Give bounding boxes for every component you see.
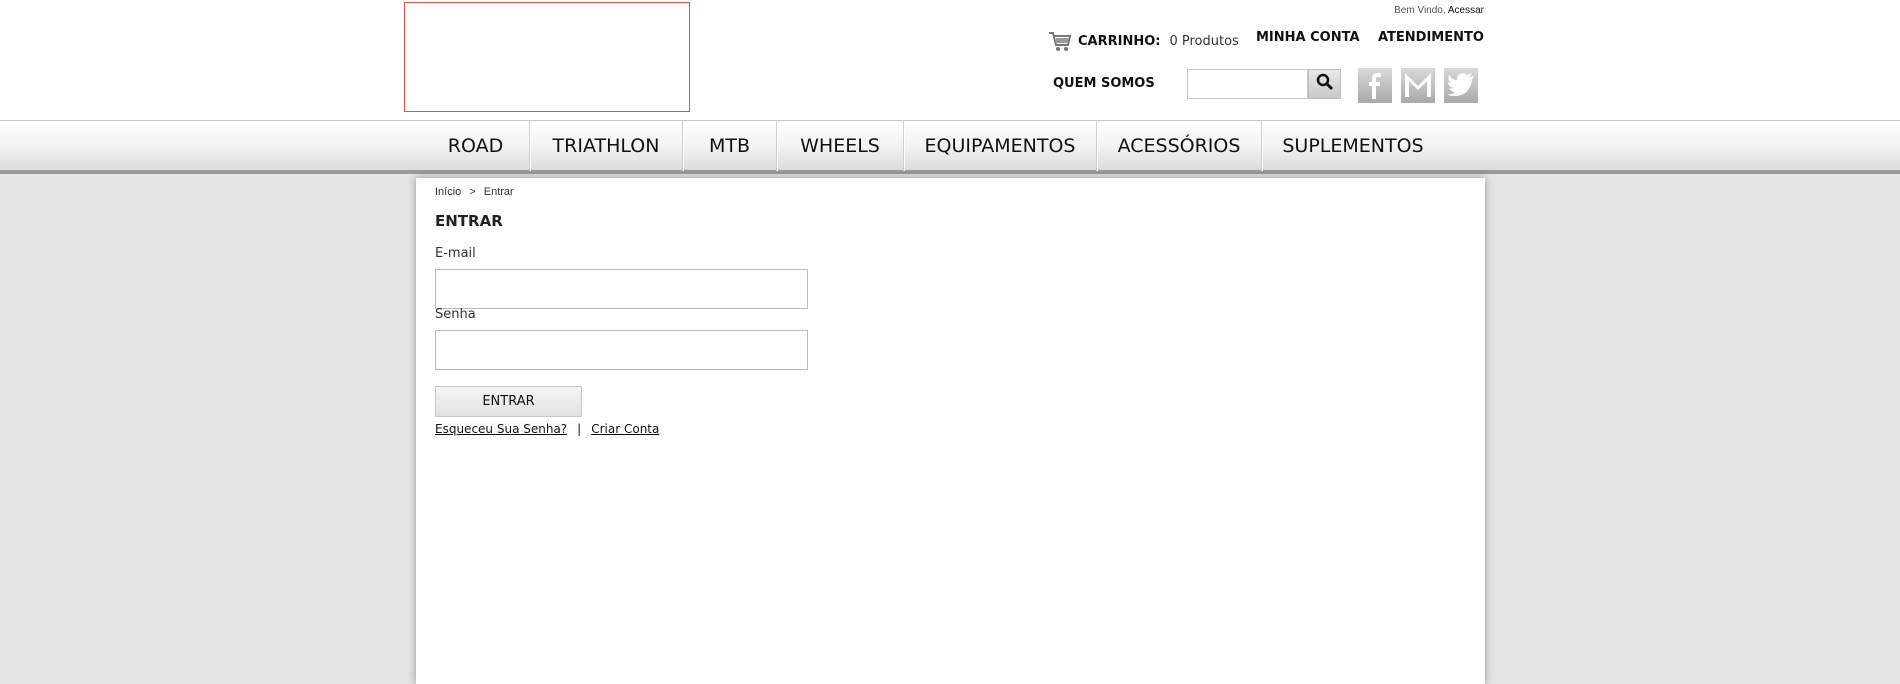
login-link[interactable]: Acessar — [1448, 5, 1484, 16]
about-link[interactable]: QUEM SOMOS — [1053, 76, 1155, 91]
facebook-icon — [1364, 69, 1386, 103]
search-icon — [1316, 73, 1334, 95]
nav-item-suplementos[interactable]: SUPLEMENTOS — [1262, 121, 1444, 171]
password-field[interactable] — [435, 330, 808, 370]
create-account-link[interactable]: Criar Conta — [591, 422, 659, 436]
nav-list: ROAD TRIATHLON MTB WHEELS EQUIPAMENTOS A… — [422, 121, 1444, 171]
support-link[interactable]: ATENDIMENTO — [1378, 30, 1484, 45]
account-links: Esqueceu Sua Senha? | Criar Conta — [435, 422, 659, 436]
cart-count: 0 Produtos — [1169, 33, 1239, 49]
email-label: E-mail — [435, 246, 476, 261]
my-account-link[interactable]: MINHA CONTA — [1256, 30, 1360, 45]
login-button[interactable]: ENTRAR — [435, 386, 582, 417]
gmail-icon — [1403, 69, 1433, 103]
gmail-button[interactable] — [1401, 68, 1435, 103]
search-button[interactable] — [1308, 69, 1341, 99]
forgot-password-link[interactable]: Esqueceu Sua Senha? — [435, 422, 567, 436]
main-nav: ROAD TRIATHLON MTB WHEELS EQUIPAMENTOS A… — [0, 120, 1900, 174]
email-field[interactable] — [435, 269, 808, 309]
cart-icon — [1048, 29, 1072, 53]
cart-label: CARRINHO: — [1078, 33, 1161, 49]
page-title: ENTRAR — [435, 212, 503, 230]
search-input[interactable] — [1187, 69, 1308, 99]
site-logo[interactable] — [404, 2, 690, 112]
twitter-icon — [1447, 72, 1475, 100]
cart-link[interactable]: CARRINHO: 0 Produtos — [1048, 28, 1239, 54]
welcome-message: Bem Vindo, Acessar — [1394, 5, 1484, 16]
breadcrumb-home[interactable]: Início — [435, 186, 461, 198]
breadcrumb-separator: > — [469, 186, 476, 198]
nav-item-acessorios[interactable]: ACESSÓRIOS — [1097, 121, 1262, 171]
nav-item-wheels[interactable]: WHEELS — [777, 121, 904, 171]
facebook-button[interactable] — [1358, 68, 1392, 103]
twitter-button[interactable] — [1444, 68, 1478, 103]
link-separator: | — [577, 422, 582, 436]
breadcrumb: Início > Entrar — [435, 186, 514, 198]
nav-item-equipamentos[interactable]: EQUIPAMENTOS — [904, 121, 1097, 171]
site-header: Bem Vindo, Acessar CARRINHO: 0 Produtos … — [0, 0, 1900, 120]
breadcrumb-current: Entrar — [483, 186, 514, 198]
nav-item-mtb[interactable]: MTB — [683, 121, 777, 171]
nav-item-triathlon[interactable]: TRIATHLON — [530, 121, 683, 171]
password-label: Senha — [435, 307, 476, 322]
nav-item-road[interactable]: ROAD — [422, 121, 530, 171]
welcome-text: Bem Vindo, — [1394, 5, 1446, 16]
main-content: Início > Entrar ENTRAR E-mail Senha ENTRAR… — [416, 178, 1485, 684]
